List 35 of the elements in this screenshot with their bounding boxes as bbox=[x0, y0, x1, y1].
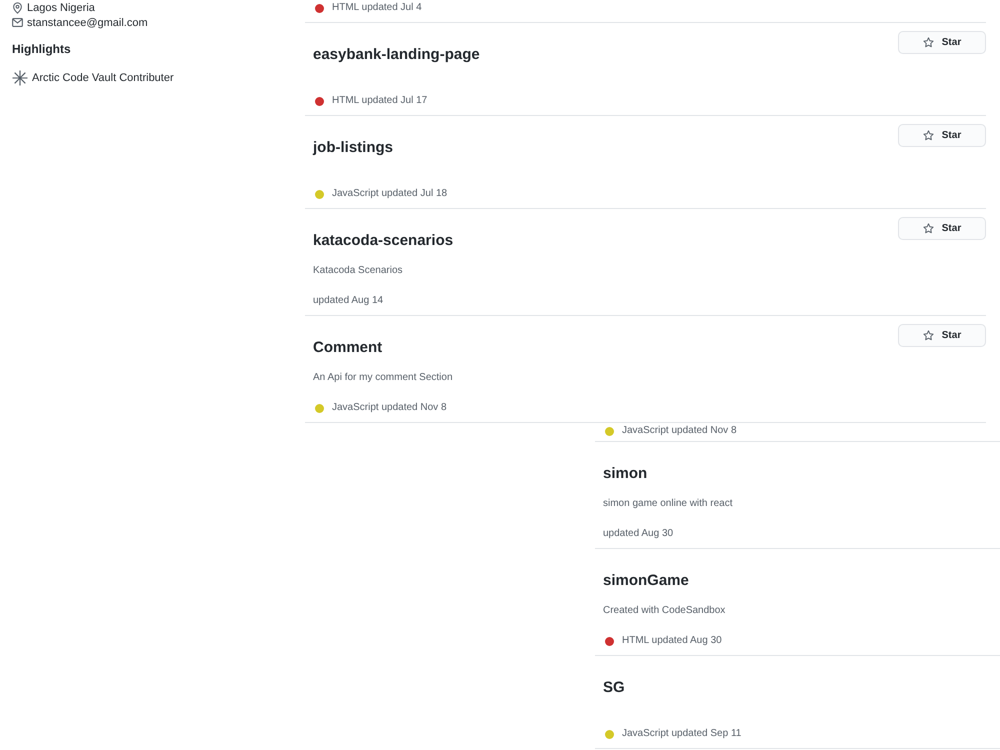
repo-name[interactable]: SG bbox=[603, 676, 625, 700]
repo-meta: updated Aug 30 bbox=[603, 527, 674, 541]
snowflake-icon bbox=[12, 70, 28, 86]
repo-meta: HTML updated Jul 4 bbox=[332, 1, 422, 15]
star-icon bbox=[922, 37, 934, 48]
envelope-icon bbox=[12, 18, 23, 27]
star-button[interactable]: Star bbox=[898, 124, 986, 147]
repo-meta: JavaScript updated Sep 11 bbox=[622, 727, 742, 741]
repo-name[interactable]: Comment bbox=[313, 336, 382, 360]
repo-description: simon game online with react bbox=[603, 497, 733, 511]
star-button[interactable]: Star bbox=[898, 31, 986, 54]
star-icon bbox=[922, 330, 934, 341]
repo-meta: updated Aug 14 bbox=[313, 294, 384, 308]
star-icon bbox=[922, 223, 934, 234]
location-pin-icon bbox=[12, 2, 23, 14]
repo-name[interactable]: easybank-landing-page bbox=[313, 43, 480, 67]
repo-meta: JavaScript updated Jul 18 bbox=[332, 187, 448, 201]
repo-meta: JavaScript updated Nov 8 bbox=[332, 401, 447, 415]
repo-name[interactable]: katacoda-scenarios bbox=[313, 229, 454, 253]
star-button[interactable]: Star bbox=[898, 324, 986, 347]
repo-meta: JavaScript updated Nov 8 bbox=[622, 424, 737, 438]
star-button[interactable]: Star bbox=[898, 217, 986, 240]
repo-description: Created with CodeSandbox bbox=[603, 604, 726, 618]
repo-description: An Api for my comment Section bbox=[313, 371, 453, 385]
location-text: Lagos Nigeria bbox=[27, 2, 95, 14]
email-link[interactable]: stanstancee@gmail.com bbox=[27, 16, 148, 28]
highlights-heading: Highlights bbox=[12, 42, 72, 56]
star-icon bbox=[922, 130, 934, 141]
repo-meta: HTML updated Aug 30 bbox=[622, 634, 722, 648]
highlight-label: Arctic Code Vault Contributer bbox=[32, 72, 174, 84]
repo-name[interactable]: job-listings bbox=[313, 136, 393, 160]
repo-description: Katacoda Scenarios bbox=[313, 264, 403, 278]
repo-meta: HTML updated Jul 17 bbox=[332, 94, 428, 108]
repo-name[interactable]: simonGame bbox=[603, 569, 689, 593]
repo-name[interactable]: simon bbox=[603, 462, 648, 486]
